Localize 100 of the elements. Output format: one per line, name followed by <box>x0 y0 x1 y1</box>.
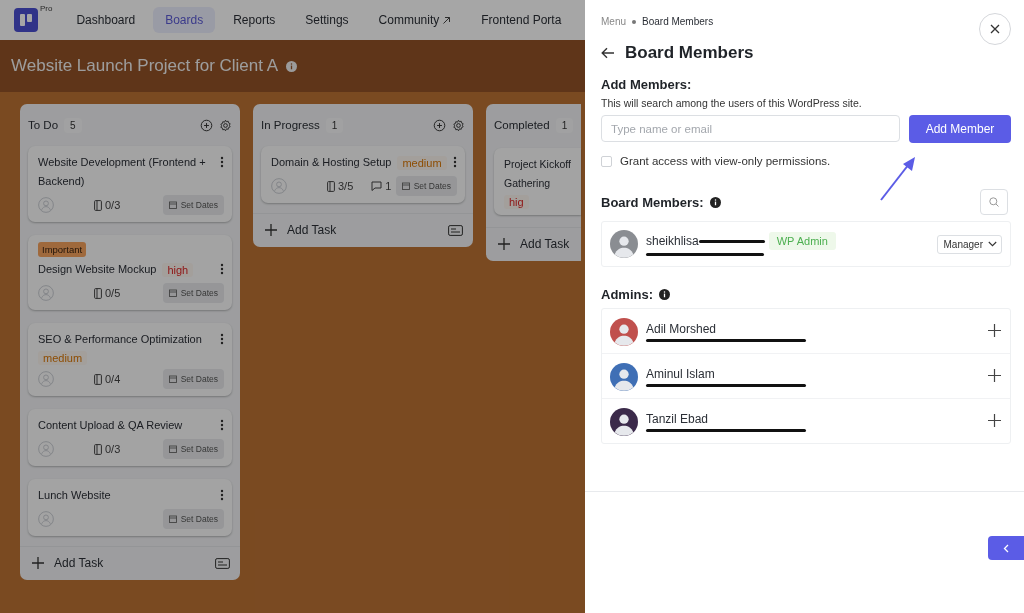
avatar-icon <box>610 362 638 391</box>
nav-link[interactable]: Community <box>366 7 464 33</box>
plus-icon <box>498 238 510 250</box>
plus-icon <box>32 557 44 569</box>
calendar-icon <box>168 445 177 453</box>
back-arrow-icon[interactable] <box>601 47 615 59</box>
nav-link[interactable]: Settings <box>293 7 361 33</box>
drawer-title: Board Members <box>625 43 754 63</box>
avatar-icon <box>38 197 54 213</box>
more-icon[interactable] <box>453 156 457 168</box>
task-card[interactable]: Project Kickoff Gathering hig <box>494 148 581 215</box>
subtask-count: 0/3 <box>105 199 121 211</box>
task-count: 1 <box>555 117 574 133</box>
task-card[interactable]: Website Development (Frontend + Backend) 0/3 Set Dates <box>28 146 232 222</box>
nav-link[interactable]: Frontend Porta <box>469 7 574 33</box>
more-icon[interactable] <box>220 489 224 501</box>
subtask-icon <box>94 199 102 211</box>
task-count: 1 <box>325 117 344 133</box>
nav-link[interactable]: Reports <box>221 7 288 33</box>
set-dates-button[interactable]: Set Dates <box>162 195 224 215</box>
set-dates-button[interactable]: Set Dates <box>162 509 224 529</box>
more-icon[interactable] <box>220 333 224 345</box>
column-title: Completed <box>494 119 550 131</box>
section-heading: Add Members: <box>601 77 693 92</box>
calendar-icon <box>168 289 177 297</box>
task-title: Project Kickoff Gathering <box>504 157 572 191</box>
add-task-button[interactable]: Add Task <box>20 546 240 580</box>
nav-link[interactable]: Boards <box>153 7 216 33</box>
breadcrumb-link[interactable]: Menu <box>601 16 626 27</box>
add-task-button[interactable]: Add Task <box>253 213 473 247</box>
chevron-down-icon <box>988 241 997 247</box>
subtask-icon <box>94 443 102 455</box>
add-task-button[interactable]: Add Task <box>486 227 581 261</box>
avatar-icon <box>271 178 287 194</box>
admin-name: Adil Morshed <box>646 321 718 336</box>
checkbox-label: Grant access with view-only permissions. <box>620 155 831 167</box>
member-name: sheikhlisa <box>646 234 699 248</box>
more-icon[interactable] <box>220 156 224 168</box>
avatar-icon <box>38 511 54 527</box>
set-dates-button[interactable]: Set Dates <box>162 283 224 303</box>
subtask-count: 0/3 <box>105 443 121 455</box>
subtask-count: 0/4 <box>105 373 121 385</box>
task-title: Domain & Hosting Setup <box>271 155 392 170</box>
board-title: Website Launch Project for Client A <box>11 56 279 76</box>
avatar-icon <box>610 407 638 436</box>
add-icon[interactable] <box>433 118 446 132</box>
task-card[interactable]: Lunch Website Set Dates <box>28 479 232 536</box>
more-icon[interactable] <box>220 419 224 431</box>
card-icon[interactable] <box>215 557 230 569</box>
set-dates-button[interactable]: Set Dates <box>395 176 457 196</box>
card-icon[interactable] <box>448 224 463 236</box>
add-button[interactable] <box>986 323 1002 340</box>
section-heading: Board Members: <box>601 194 704 210</box>
section-heading: Admins: <box>601 287 653 302</box>
hint-text: This will search among the users of this WordPress site. <box>601 97 863 109</box>
admin-name: Tanzil Ebad <box>646 411 710 426</box>
task-card[interactable]: Important Design Website Mockup high 0/5 Set Dates <box>28 235 232 310</box>
task-label: Important <box>38 242 87 257</box>
backdrop-overlay[interactable] <box>0 0 585 613</box>
avatar-icon <box>38 285 54 301</box>
comment-icon <box>371 181 383 191</box>
avatar-icon <box>38 371 54 387</box>
task-title: Lunch Website <box>38 488 111 503</box>
info-icon[interactable] <box>659 289 670 300</box>
add-button[interactable] <box>986 368 1002 385</box>
member-search-field[interactable]: Type name or email <box>601 115 900 142</box>
plus-icon <box>265 224 277 236</box>
subtask-icon <box>327 180 335 192</box>
nav-link[interactable]: Dashboard <box>64 7 148 33</box>
priority-label: medium <box>397 155 447 170</box>
breadcrumb-current: Board Members <box>642 16 714 27</box>
task-title: Design Website Mockup <box>38 262 157 277</box>
role-dropdown[interactable]: Manager <box>936 234 1002 254</box>
more-icon[interactable] <box>220 263 224 275</box>
external-link-icon <box>442 15 452 25</box>
task-title: Content Upload & QA Review <box>38 418 183 433</box>
close-icon <box>990 24 1000 34</box>
task-card[interactable]: SEO & Performance Optimization medium 0/4 Set Dates <box>28 323 232 396</box>
app-logo[interactable] <box>14 8 38 32</box>
task-count: 5 <box>64 117 82 133</box>
view-only-checkbox[interactable] <box>601 155 612 167</box>
plan-label: Pro <box>40 4 53 13</box>
subtask-icon <box>94 373 102 385</box>
priority-label: medium <box>38 351 88 365</box>
comment-count: 1 <box>385 180 392 192</box>
settings-icon[interactable] <box>219 118 232 132</box>
set-dates-button[interactable]: Set Dates <box>162 369 224 389</box>
add-member-button[interactable]: Add Member <box>909 115 1011 143</box>
info-icon[interactable] <box>709 196 721 208</box>
add-button[interactable] <box>986 413 1002 430</box>
task-card[interactable]: Domain & Hosting Setup medium 3/5 1 Set Dates <box>261 146 465 203</box>
task-card[interactable]: Content Upload & QA Review 0/3 Set Dates <box>28 409 232 466</box>
settings-icon[interactable] <box>452 118 465 132</box>
task-title: Website Development (Frontend + Backend) <box>38 155 207 189</box>
add-icon[interactable] <box>200 118 213 132</box>
set-dates-button[interactable]: Set Dates <box>162 439 224 459</box>
admin-name: Aminul Islam <box>646 366 716 381</box>
task-title: SEO & Performance Optimization <box>38 332 202 347</box>
subtask-count: 0/5 <box>105 287 121 299</box>
role-badge: WP Admin <box>768 232 836 250</box>
